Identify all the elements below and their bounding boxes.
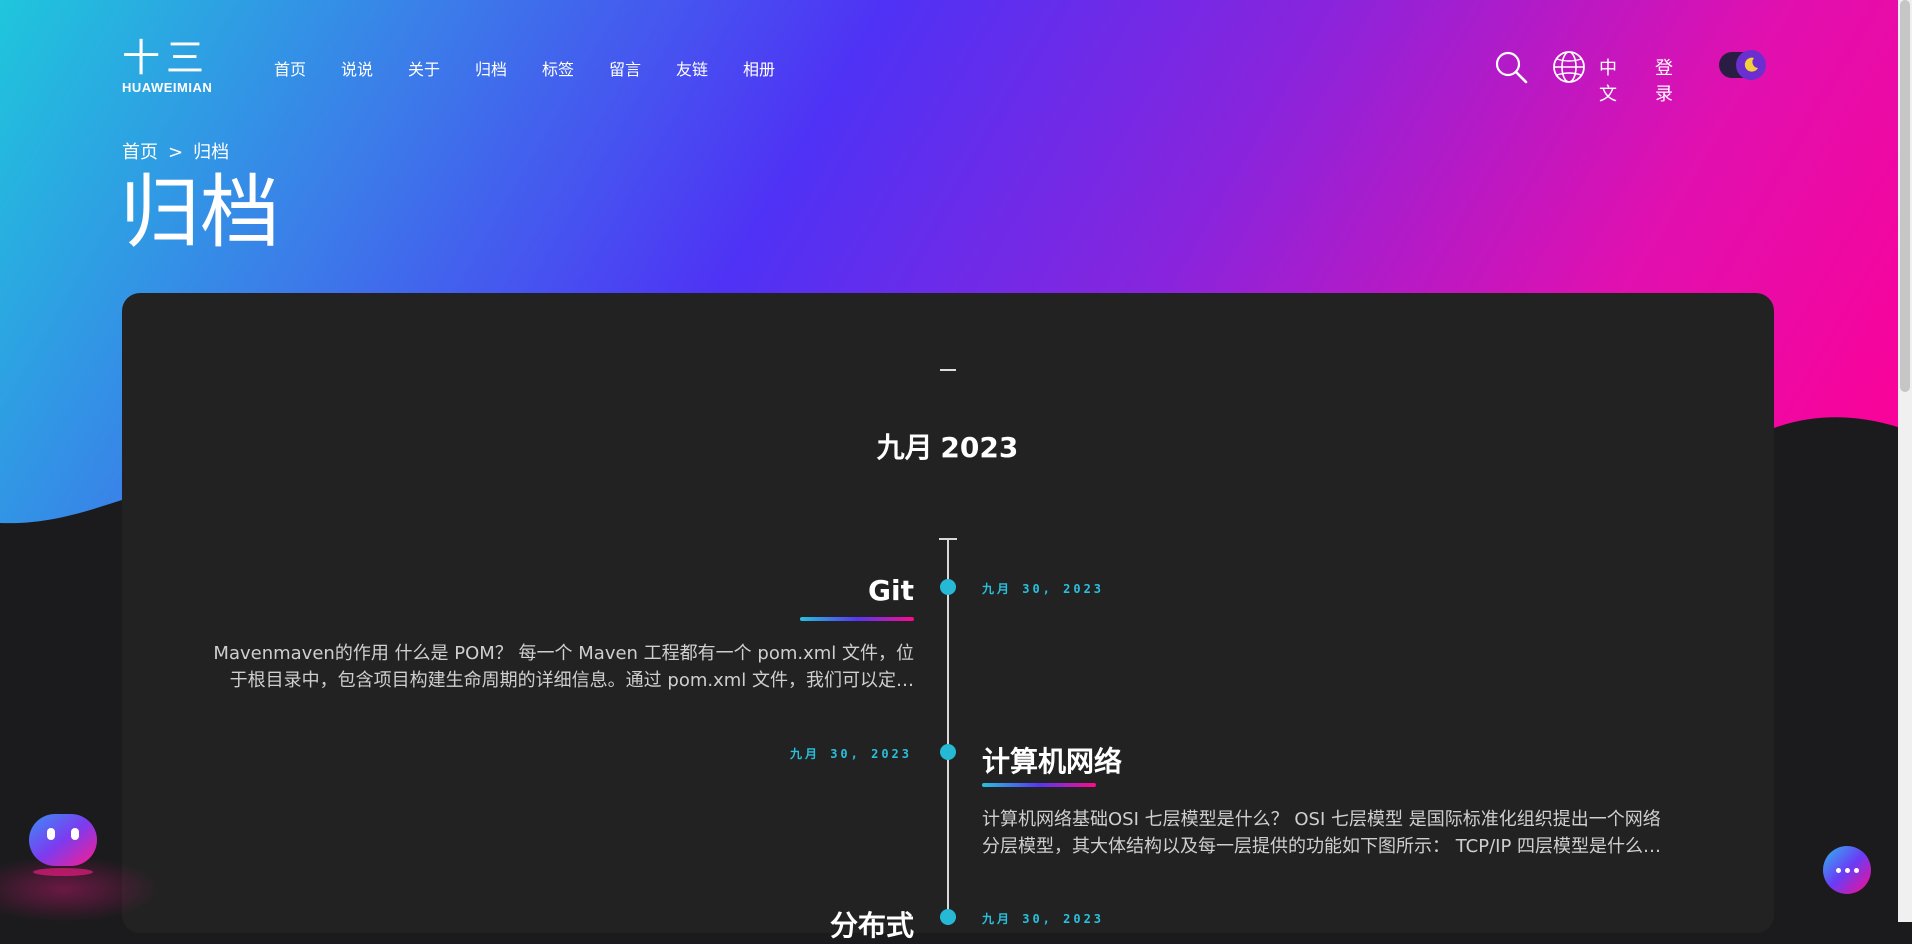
page-scrollbar[interactable] xyxy=(1898,0,1912,922)
login-link[interactable]: 登录 xyxy=(1655,54,1673,106)
nav-item-album[interactable]: 相册 xyxy=(743,56,810,80)
post-excerpt: Mavenmaven的作用 什么是 POM？ 每一个 Maven 工程都有一个 … xyxy=(196,640,914,694)
page-title: 归档 xyxy=(120,166,280,259)
globe-icon[interactable] xyxy=(1552,50,1586,84)
post-title[interactable]: 分布式 xyxy=(830,904,914,944)
nav-item-about[interactable]: 关于 xyxy=(408,56,475,80)
scrollbar-thumb[interactable] xyxy=(1900,0,1910,392)
timeline-dot xyxy=(940,744,956,760)
breadcrumb: 首页 > 归档 xyxy=(122,138,229,164)
more-dot-icon xyxy=(1853,867,1859,873)
month-heading: 九月 2023 xyxy=(0,426,1895,466)
post-excerpt-line: Mavenmaven的作用 什么是 POM？ 每一个 Maven 工程都有一个 … xyxy=(213,643,914,664)
post-title-underline xyxy=(982,783,1096,787)
more-dot-icon xyxy=(1844,867,1850,873)
logo-cn-text: 十三 xyxy=(122,36,211,80)
post-title[interactable]: Git xyxy=(868,574,914,607)
post-date: 九月 30, 2023 xyxy=(982,582,1105,596)
post-date: 九月 30, 2023 xyxy=(789,747,912,761)
nav-item-talk[interactable]: 说说 xyxy=(341,56,408,80)
logo-en-text: HUAWEIMIAN xyxy=(122,80,213,95)
nav-item-archive[interactable]: 归档 xyxy=(475,56,542,80)
archive-dash xyxy=(940,369,956,371)
breadcrumb-separator: > xyxy=(168,142,184,163)
more-dot-icon xyxy=(1835,867,1841,873)
post-excerpt-line: 计算机网络基础OSI 七层模型是什么？ OSI 七层模型 是国际标准化组织提出一… xyxy=(982,809,1661,830)
post-date: 九月 30, 2023 xyxy=(982,912,1105,926)
post-title[interactable]: 计算机网络 xyxy=(982,740,1122,780)
more-menu-button[interactable] xyxy=(1823,846,1871,894)
post-excerpt: 计算机网络基础OSI 七层模型是什么？ OSI 七层模型 是国际标准化组织提出一… xyxy=(982,806,1702,860)
mascot-icon[interactable] xyxy=(27,812,99,876)
breadcrumb-home[interactable]: 首页 xyxy=(122,142,158,163)
timeline-dot xyxy=(940,909,956,925)
post-excerpt-line: 于根目录中，包含项目构建生命周期的详细信息。通过 pom.xml 文件，我们可以… xyxy=(229,670,914,691)
nav-item-tags[interactable]: 标签 xyxy=(542,56,609,80)
theme-toggle-knob xyxy=(1736,50,1766,80)
moon-icon xyxy=(1744,57,1758,72)
month-name: 九月 xyxy=(876,431,933,464)
timeline-line xyxy=(947,538,949,922)
breadcrumb-current: 归档 xyxy=(193,142,230,163)
timeline-dot xyxy=(940,579,956,595)
post-title-underline xyxy=(800,617,914,621)
theme-toggle[interactable] xyxy=(1719,50,1766,80)
nav-item-links[interactable]: 友链 xyxy=(676,56,743,80)
site-logo[interactable]: 十三 HUAWEIMIAN xyxy=(122,38,212,95)
language-switch[interactable]: 中文 xyxy=(1599,54,1617,106)
search-icon[interactable] xyxy=(1493,49,1529,85)
post-excerpt-line: 分层模型，其大体结构以及每一层提供的功能如下图所示： TCP/IP 四层模型是什… xyxy=(982,836,1662,857)
nav-item-messages[interactable]: 留言 xyxy=(609,56,676,80)
nav-item-home[interactable]: 首页 xyxy=(274,56,341,80)
main-nav: 首页 说说 关于 归档 标签 留言 友链 相册 xyxy=(274,56,810,80)
month-year: 2023 xyxy=(940,431,1019,464)
